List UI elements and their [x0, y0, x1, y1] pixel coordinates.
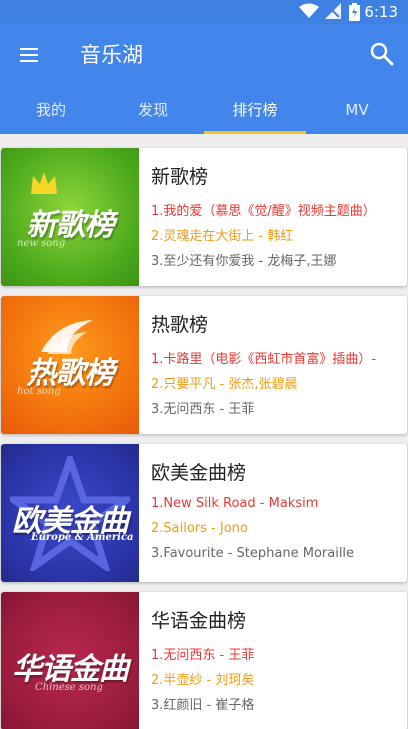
chart-cover-chinese: 华语金曲 Chinese song	[1, 592, 139, 729]
battery-icon	[349, 3, 360, 21]
cover-subtitle: new song	[17, 238, 66, 249]
chart-name: 新歌榜	[151, 166, 209, 188]
chart-song-1: 1.New Silk Road - Maksim	[151, 496, 319, 511]
chart-song-1: 1.我的爱（慕思《觉/醒》视频主题曲）	[151, 204, 376, 219]
tab-charts[interactable]: 排行榜	[204, 86, 306, 134]
chart-song-3: 3.Favourite - Stephane Moraille	[151, 546, 355, 561]
chart-song-2: 2.只要平凡 - 张杰,张碧晨	[151, 377, 298, 392]
chart-card-new-song[interactable]: 新歌榜 new song 新歌榜 1.我的爱（慕思《觉/醒》视频主题曲） 2.灵…	[1, 148, 407, 286]
chart-song-3: 3.无问西东 - 王菲	[151, 402, 255, 417]
chart-cover-hot-song: 热歌榜 hot song	[1, 296, 139, 434]
chart-song-2: 2.半壶纱 - 刘珂矣	[151, 673, 255, 688]
cover-subtitle: Europe & America	[31, 532, 134, 543]
tab-bar: 我的 发现 排行榜 MV	[0, 86, 408, 134]
tab-mine[interactable]: 我的	[0, 86, 102, 134]
chart-card-chinese[interactable]: 华语金曲 Chinese song 华语金曲榜 1.无问西东 - 王菲 2.半壶…	[1, 592, 407, 729]
cover-subtitle: Chinese song	[35, 682, 103, 693]
chart-name: 欧美金曲榜	[151, 462, 247, 484]
chart-song-2: 2.Sailors - Jono	[151, 521, 248, 536]
status-time: 6:13	[364, 3, 398, 21]
chart-song-2: 2.灵魂走在大街上 - 韩红	[151, 229, 294, 244]
chart-card-western[interactable]: 欧美金曲 Europe & America 欧美金曲榜 1.New Silk R…	[1, 444, 407, 582]
app-bar: 音乐湖	[0, 24, 408, 86]
chart-song-3: 3.红颜旧 - 崔子格	[151, 698, 255, 713]
signal-icon	[325, 3, 341, 19]
cover-subtitle: hot song	[17, 386, 61, 397]
app-title: 音乐湖	[80, 43, 143, 67]
chart-card-hot-song[interactable]: 热歌榜 hot song 热歌榜 1.卡路里（电影《西虹市首富》插曲）- 2.只…	[1, 296, 407, 434]
crown-icon	[31, 172, 57, 194]
chart-name: 热歌榜	[151, 314, 209, 336]
status-bar: 6:13	[0, 0, 408, 24]
wifi-icon	[299, 3, 319, 18]
search-icon[interactable]	[368, 40, 396, 68]
menu-icon[interactable]	[14, 42, 44, 68]
chart-song-1: 1.卡路里（电影《西虹市首富》插曲）-	[151, 352, 377, 367]
tab-discover[interactable]: 发现	[102, 86, 204, 134]
tab-mv[interactable]: MV	[306, 86, 408, 134]
chart-cover-new-song: 新歌榜 new song	[1, 148, 139, 286]
chart-cover-western: 欧美金曲 Europe & America	[1, 444, 139, 582]
chart-song-3: 3.至少还有你爱我 - 龙梅子,王娜	[151, 254, 337, 269]
chart-name: 华语金曲榜	[151, 610, 247, 632]
chart-song-1: 1.无问西东 - 王菲	[151, 648, 255, 663]
